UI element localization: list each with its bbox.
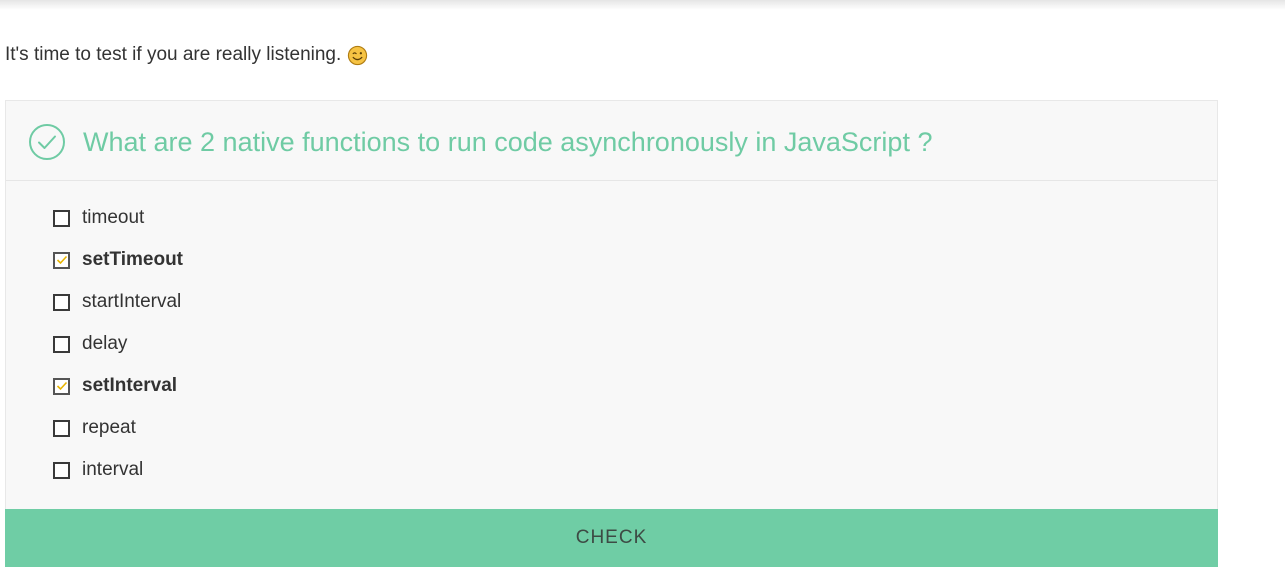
checkbox[interactable] [53, 461, 70, 479]
quiz-card: What are 2 native functions to run code … [5, 100, 1218, 567]
quiz-header: What are 2 native functions to run code … [6, 101, 1217, 181]
checkbox[interactable] [53, 293, 70, 311]
question-text: What are 2 native functions to run code … [83, 127, 933, 157]
intro-line: It's time to test if you are really list… [5, 44, 368, 66]
option-label: interval [82, 459, 144, 480]
checkmark-icon [56, 255, 68, 264]
option-repeat[interactable]: repeat [53, 407, 1153, 449]
check-button[interactable]: CHECK [5, 509, 1218, 567]
option-interval[interactable]: interval [53, 449, 1153, 491]
option-label: repeat [82, 417, 136, 438]
option-setinterval[interactable]: setInterval [53, 365, 1153, 407]
checkbox[interactable] [53, 419, 70, 437]
option-label: timeout [82, 207, 145, 228]
checkbox[interactable] [53, 335, 70, 353]
checkbox[interactable] [53, 209, 70, 227]
option-label: setTimeout [82, 249, 184, 270]
winking-face-icon [348, 45, 368, 65]
checkmark-icon [56, 381, 68, 390]
option-label: delay [82, 333, 128, 354]
option-label: startInterval [82, 291, 182, 312]
answer-options: timeout setTimeout startInterval delay s… [53, 197, 1153, 491]
checkbox[interactable] [53, 251, 70, 269]
option-label: setInterval [82, 375, 178, 396]
option-timeout[interactable]: timeout [53, 197, 1153, 239]
option-startinterval[interactable]: startInterval [53, 281, 1153, 323]
checkbox[interactable] [53, 377, 70, 395]
top-header-shadow [0, 0, 1285, 10]
option-settimeout[interactable]: setTimeout [53, 239, 1153, 281]
check-circle-icon [29, 124, 65, 160]
option-delay[interactable]: delay [53, 323, 1153, 365]
intro-text: It's time to test if you are really list… [5, 44, 342, 65]
